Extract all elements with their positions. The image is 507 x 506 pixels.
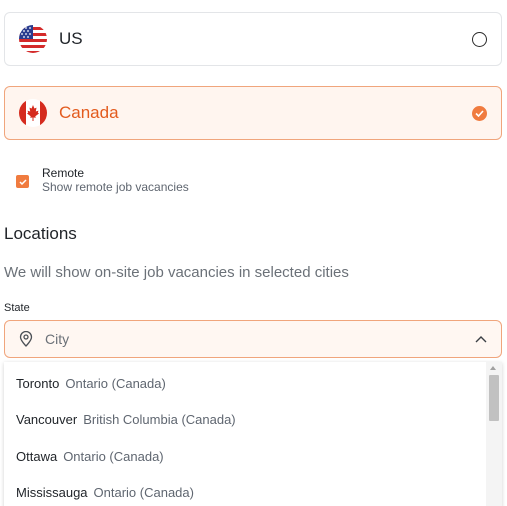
us-flag-icon <box>19 25 47 53</box>
city-name: Mississauga <box>16 485 88 500</box>
city-placeholder: City <box>45 331 70 347</box>
city-region: Ontario (Canada) <box>65 376 166 391</box>
remote-checkbox[interactable] <box>16 175 29 188</box>
remote-title: Remote <box>42 166 85 180</box>
country-name-canada: Canada <box>59 103 119 122</box>
city-select[interactable]: City <box>4 320 502 358</box>
city-option-mississauga[interactable]: Mississauga Ontario (Canada) <box>16 485 194 500</box>
state-label: State <box>4 302 30 314</box>
city-dropdown: Toronto Ontario (Canada) Vancouver British… <box>4 362 502 506</box>
city-region: Ontario (Canada) <box>93 485 194 500</box>
scrollbar-thumb[interactable] <box>489 375 499 421</box>
locations-description: We will show on-site job vacancies in se… <box>4 264 349 281</box>
chevron-up-icon[interactable] <box>475 335 487 343</box>
city-name: Toronto <box>16 376 60 391</box>
remote-option[interactable]: Remote Show remote job vacancies <box>16 167 189 194</box>
city-option-ottawa[interactable]: Ottawa Ontario (Canada) <box>16 449 164 464</box>
scroll-up-arrow-icon[interactable] <box>490 366 496 370</box>
city-name: Vancouver <box>16 412 78 427</box>
canada-flag-icon <box>19 99 47 127</box>
country-option-us[interactable]: US <box>4 12 502 66</box>
city-option-toronto[interactable]: Toronto Ontario (Canada) <box>16 376 166 391</box>
city-region: British Columbia (Canada) <box>83 412 236 427</box>
remote-subtitle: Show remote job vacancies <box>42 180 189 194</box>
country-option-canada[interactable]: Canada <box>4 86 502 140</box>
city-option-vancouver[interactable]: Vancouver British Columbia (Canada) <box>16 412 236 427</box>
city-name: Ottawa <box>16 449 58 464</box>
country-name-us: US <box>59 29 83 48</box>
radio-unchecked-icon[interactable] <box>472 31 487 47</box>
dropdown-scrollbar[interactable] <box>486 362 502 506</box>
locations-heading: Locations <box>4 224 77 243</box>
city-region: Ontario (Canada) <box>63 449 164 464</box>
radio-checked-icon[interactable] <box>472 105 487 121</box>
map-pin-icon <box>19 331 33 347</box>
